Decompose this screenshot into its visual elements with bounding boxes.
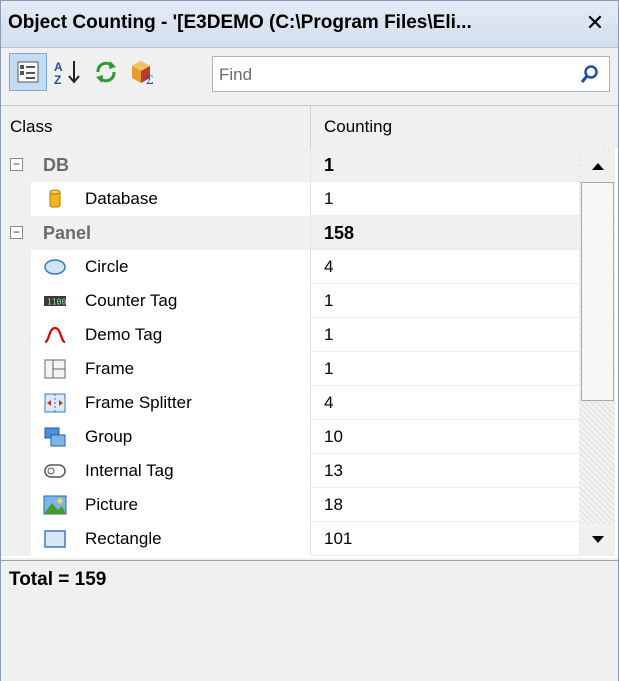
- title-bar[interactable]: Object Counting - '[E3DEMO (C:\Program F…: [1, 1, 618, 48]
- svg-text:Z: Z: [54, 73, 61, 85]
- row-count: 1: [324, 325, 334, 344]
- search-input[interactable]: [217, 60, 561, 90]
- table-row[interactable]: Database 1: [1, 182, 579, 216]
- row-label: Picture: [85, 495, 138, 514]
- scroll-up-button[interactable]: [581, 150, 614, 182]
- group-count: 1: [324, 155, 335, 175]
- circle-icon: [44, 259, 66, 275]
- counting-grid: Class Counting − DB 1 Database 1 − Panel…: [1, 105, 618, 558]
- table-row[interactable]: Circle 4: [1, 250, 579, 284]
- row-count: 10: [324, 427, 343, 446]
- table-row[interactable]: Internal Tag 13: [1, 454, 579, 488]
- table-row[interactable]: Frame 1: [1, 352, 579, 386]
- svg-text:A: A: [54, 60, 63, 74]
- counter-tag-icon: 1100: [44, 296, 66, 307]
- search-icon[interactable]: [580, 64, 600, 84]
- statistics-button[interactable]: Σ: [125, 53, 163, 91]
- table-row[interactable]: Demo Tag 1: [1, 318, 579, 352]
- picture-icon: [43, 495, 67, 515]
- column-header-class[interactable]: Class: [1, 106, 311, 148]
- table-row[interactable]: Picture 18: [1, 488, 579, 522]
- row-label: Demo Tag: [85, 325, 163, 344]
- row-count: 101: [324, 529, 353, 548]
- refresh-button[interactable]: [87, 53, 125, 91]
- scrollbar-thumb[interactable]: [581, 182, 614, 401]
- group-count: 158: [324, 223, 355, 243]
- demo-tag-icon: [44, 326, 66, 344]
- row-count: 1: [324, 291, 334, 310]
- sort-alphabetical-button[interactable]: A Z: [49, 53, 87, 91]
- scroll-down-button[interactable]: [581, 524, 614, 556]
- row-count: 13: [324, 461, 343, 480]
- row-label: Internal Tag: [85, 461, 174, 480]
- row-count: 18: [324, 495, 343, 514]
- row-count: 4: [324, 257, 334, 276]
- svg-text:1100: 1100: [47, 298, 66, 307]
- column-header-counting[interactable]: Counting: [311, 106, 618, 148]
- toolbar: A Z Σ: [1, 48, 618, 103]
- row-label: Counter Tag: [85, 291, 178, 310]
- table-row[interactable]: 1100 Counter Tag 1: [1, 284, 579, 318]
- row-label: Circle: [85, 257, 129, 276]
- frame-splitter-icon: [44, 393, 66, 413]
- collapse-icon[interactable]: −: [10, 226, 23, 239]
- window-title: Object Counting - '[E3DEMO (C:\Program F…: [8, 12, 472, 33]
- group-label: Panel: [43, 223, 92, 243]
- table-row[interactable]: Frame Splitter 4: [1, 386, 579, 420]
- arrow-up-icon: [591, 163, 604, 170]
- database-icon: [49, 189, 61, 208]
- categorized-view-button[interactable]: [9, 53, 47, 91]
- frame-icon: [44, 359, 66, 379]
- categorized-icon: [17, 61, 39, 83]
- vertical-scrollbar[interactable]: [579, 148, 615, 556]
- row-label: Group: [85, 427, 133, 446]
- stats-icon: Σ: [132, 61, 154, 86]
- internal-tag-icon: [44, 464, 66, 478]
- svg-text:Σ: Σ: [146, 72, 154, 86]
- row-count: 4: [324, 393, 334, 412]
- sort-az-icon: A Z: [54, 60, 80, 85]
- table-row[interactable]: Rectangle 101: [1, 522, 579, 556]
- collapse-icon[interactable]: −: [10, 158, 23, 171]
- arrow-down-icon: [591, 536, 604, 543]
- row-label: Rectangle: [85, 529, 162, 548]
- close-icon[interactable]: ✕: [582, 10, 608, 36]
- group-row-db[interactable]: − DB 1: [1, 148, 579, 182]
- object-counting-window: Object Counting - '[E3DEMO (C:\Program F…: [0, 0, 619, 681]
- summary-panel: Total = 159: [1, 560, 618, 681]
- total-label: Total = 159: [9, 569, 107, 590]
- row-count: 1: [324, 359, 334, 378]
- table-row[interactable]: Group 10: [1, 420, 579, 454]
- group-label: DB: [43, 155, 69, 175]
- group-icon: [44, 427, 66, 447]
- refresh-icon: [96, 61, 116, 83]
- row-count: 1: [324, 189, 334, 208]
- row-label: Database: [85, 189, 158, 208]
- search-box: [212, 56, 610, 92]
- row-label: Frame Splitter: [85, 393, 192, 412]
- row-label: Frame: [85, 359, 135, 378]
- rectangle-icon: [44, 530, 66, 548]
- group-row-panel[interactable]: − Panel 158: [1, 216, 579, 250]
